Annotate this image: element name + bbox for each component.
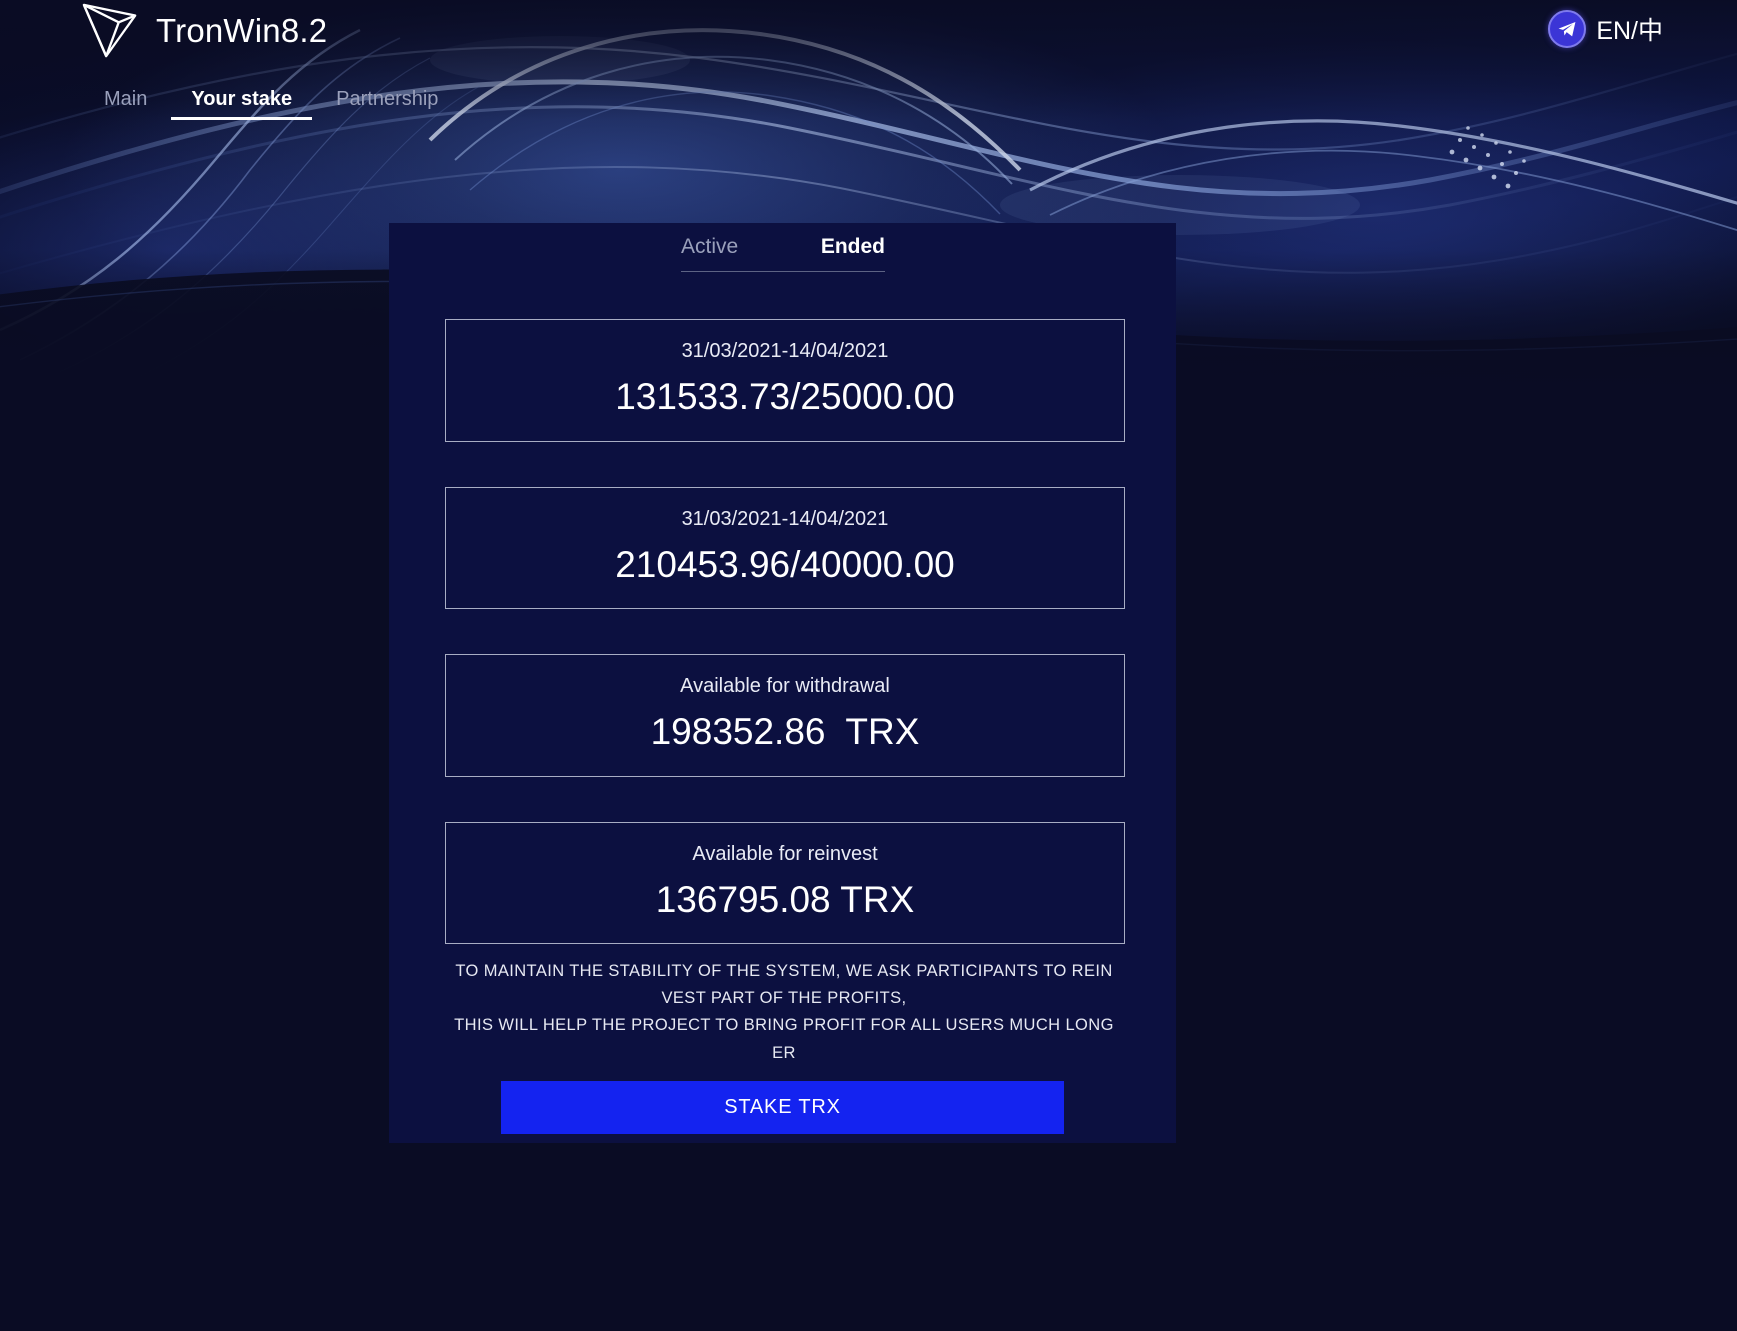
main-nav: Main Your stake Partnership bbox=[82, 82, 460, 133]
nav-item-partnership-label: Partnership bbox=[336, 88, 439, 110]
stake-card-period-1: 31/03/2021-14/04/2021 131533.73/25000.00 bbox=[445, 319, 1125, 442]
disclaimer-line-3: THIS WILL HELP THE PROJECT TO BRING PROF… bbox=[454, 1016, 1114, 1035]
available-for-reinvest-label: Available for reinvest bbox=[692, 842, 878, 865]
disclaimer-text: TO MAINTAIN THE STABILITY OF THE SYSTEM,… bbox=[439, 958, 1129, 1067]
disclaimer-line-2: VEST PART OF THE PROFITS, bbox=[661, 989, 907, 1008]
disclaimer-line-4: ER bbox=[772, 1043, 796, 1062]
nav-item-your-stake[interactable]: Your stake bbox=[169, 82, 314, 133]
available-for-reinvest-card: Available for reinvest 136795.08 TRX bbox=[445, 821, 1125, 945]
stake-card-period-1-label: 31/03/2021-14/04/2021 bbox=[681, 340, 889, 362]
header-right-controls: EN/中 bbox=[1548, 10, 1663, 48]
nav-item-your-stake-label: Your stake bbox=[191, 88, 293, 110]
stake-cards-list: 31/03/2021-14/04/2021 131533.73/25000.00… bbox=[445, 319, 1125, 989]
disclaimer-line-1: TO MAINTAIN THE STABILITY OF THE SYSTEM,… bbox=[455, 962, 1113, 980]
site-header: TronWin8.2 Main Your stake Partnership E… bbox=[0, 0, 1737, 160]
tab-ended[interactable]: Ended bbox=[821, 235, 885, 259]
telegram-icon[interactable] bbox=[1548, 10, 1587, 48]
available-for-reinvest-value: 136795.08 TRX bbox=[655, 878, 915, 920]
tron-logo-icon bbox=[80, 2, 142, 60]
available-for-withdrawal-label: Available for withdrawal bbox=[680, 675, 890, 698]
stake-card-period-2: 31/03/2021-14/04/2021 210453.96/40000.00 bbox=[445, 486, 1125, 610]
brand-title: TronWin8.2 bbox=[156, 12, 328, 49]
stake-card-period-2-value: 210453.96/40000.00 bbox=[615, 543, 955, 585]
stake-trx-button[interactable]: STAKE TRX bbox=[501, 1081, 1064, 1134]
stake-panel: Active Ended 31/03/2021-14/04/2021 13153… bbox=[389, 223, 1176, 1143]
nav-item-partnership[interactable]: Partnership bbox=[314, 82, 460, 133]
page-footer-area bbox=[0, 1143, 1737, 1331]
stake-card-period-1-value: 131533.73/25000.00 bbox=[615, 376, 955, 417]
nav-item-main-label: Main bbox=[104, 88, 148, 110]
tab-active[interactable]: Active bbox=[681, 235, 738, 259]
available-for-withdrawal-value: 198352.86 TRX bbox=[650, 711, 920, 753]
page-root: TronWin8.2 Main Your stake Partnership E… bbox=[0, 0, 1737, 1331]
available-for-withdrawal-card: Available for withdrawal 198352.86 TRX bbox=[445, 654, 1125, 777]
stake-card-period-2-label: 31/03/2021-14/04/2021 bbox=[681, 507, 889, 530]
panel-tabs: Active Ended bbox=[681, 235, 885, 272]
brand[interactable]: TronWin8.2 bbox=[80, 0, 327, 62]
nav-item-main[interactable]: Main bbox=[82, 82, 169, 133]
language-switcher[interactable]: EN/中 bbox=[1596, 11, 1663, 47]
